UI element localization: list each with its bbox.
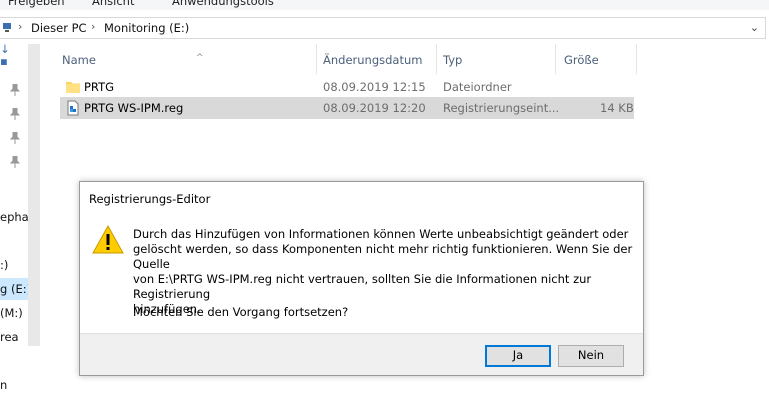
navigation-pane: ↓ ▪ ephar :) g (E:) (M:) rea n: [0, 42, 46, 407]
tab-anwendungstools[interactable]: Anwendungstools: [172, 0, 274, 8]
column-divider[interactable]: [636, 44, 637, 74]
dialog-button-bar: Ja Nein: [80, 333, 643, 375]
address-row: › Dieser PC › Monitoring (E:) ⌄: [0, 10, 769, 44]
yes-button[interactable]: Ja: [485, 345, 551, 367]
tab-ansicht[interactable]: Ansicht: [92, 0, 134, 8]
address-bar[interactable]: › Dieser PC › Monitoring (E:) ⌄: [0, 17, 766, 39]
table-row-selected[interactable]: PRTG WS-IPM.reg 08.09.2019 12:20 Registr…: [60, 97, 634, 119]
folder-icon: [66, 82, 80, 93]
dialog-message-line: von E:\PRTG WS-IPM.reg nicht vertrauen, …: [133, 272, 592, 301]
pin-icon: [10, 156, 20, 168]
file-size: 14 KB: [600, 101, 634, 115]
column-header-name[interactable]: ^ Name: [60, 44, 316, 74]
nav-item-drive-e[interactable]: g (E:): [0, 282, 31, 296]
nav-scrollbar[interactable]: [28, 44, 40, 346]
computer-icon: [3, 23, 11, 32]
file-name: PRTG: [84, 80, 115, 94]
tab-freigeben[interactable]: Freigeben: [8, 0, 65, 8]
file-date: 08.09.2019 12:20: [323, 101, 426, 115]
warning-icon: [92, 224, 124, 254]
dialog-message-line: gelöscht werden, so dass Komponenten nic…: [133, 242, 633, 271]
nav-edge-icon: ▪: [0, 54, 8, 68]
column-header-date[interactable]: Änderungsdatum: [317, 44, 436, 74]
registry-file-icon: [67, 100, 79, 116]
registry-editor-dialog: Registrierungs-Editor Durch das Hinzufüg…: [79, 181, 644, 376]
pin-icon: [10, 84, 20, 96]
file-name: PRTG WS-IPM.reg: [84, 101, 184, 115]
nav-item-network[interactable]: n: [0, 378, 7, 392]
breadcrumb-dieser-pc[interactable]: Dieser PC: [31, 21, 87, 35]
dialog-message-line: Durch das Hinzufügen von Informationen k…: [133, 227, 629, 241]
nav-item-drive-c[interactable]: :): [0, 258, 8, 272]
breadcrumb-monitoring[interactable]: Monitoring (E:): [104, 21, 189, 35]
column-header-type[interactable]: Typ: [437, 44, 555, 74]
nav-item-area[interactable]: rea: [0, 330, 19, 344]
dialog-question: Möchten Sie den Vorgang fortsetzen?: [133, 305, 349, 319]
nav-item-drive-m[interactable]: (M:): [0, 306, 23, 320]
file-type: Dateiordner: [443, 80, 512, 94]
sort-up-icon: ^: [196, 53, 204, 63]
pin-icon: [10, 108, 20, 120]
no-button[interactable]: Nein: [558, 345, 624, 367]
pin-icon: [10, 132, 20, 144]
chevron-right-icon: ›: [18, 20, 23, 33]
dialog-title: Registrierungs-Editor: [89, 192, 211, 206]
file-date: 08.09.2019 12:15: [323, 80, 426, 94]
file-type: Registrierungseint...: [443, 101, 560, 115]
chevron-right-icon[interactable]: ›: [91, 20, 95, 33]
ribbon-tabs: Freigeben Ansicht Anwendungstools: [0, 0, 769, 10]
table-row[interactable]: PRTG 08.09.2019 12:15 Dateiordner: [60, 76, 634, 98]
dialog-message: Durch das Hinzufügen von Informationen k…: [133, 227, 633, 317]
chevron-down-icon[interactable]: ⌄: [750, 21, 759, 34]
column-header-size[interactable]: Größe: [556, 44, 636, 74]
